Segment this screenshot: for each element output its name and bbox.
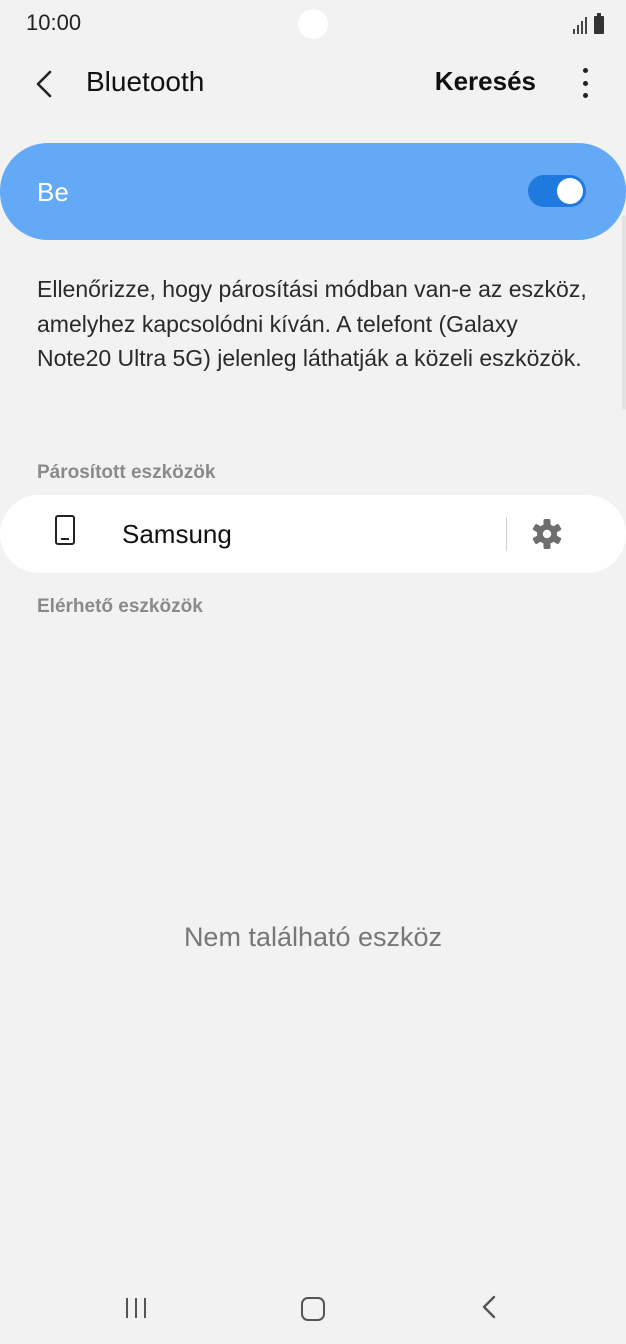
signal-icon [573,16,587,34]
bluetooth-toggle-label: Be [37,177,69,207]
search-button[interactable]: Keresés [435,66,536,97]
back-icon [482,1295,496,1319]
home-button[interactable] [301,1297,325,1321]
app-bar: Bluetooth Keresés [0,50,626,116]
camera-cutout [298,9,328,39]
navigation-bar [0,1270,626,1344]
page-title: Bluetooth [86,66,205,97]
recent-apps-button[interactable] [126,1298,146,1318]
device-settings-button[interactable] [530,517,564,551]
bluetooth-toggle-row[interactable]: Be [0,143,626,240]
switch-knob [557,178,583,204]
paired-devices-header: Párosított eszközök [37,462,216,483]
row-divider [506,517,507,551]
pairing-description: Ellenőrizze, hogy párosítási módban van-… [37,276,587,371]
phone-icon [55,515,75,545]
no-devices-message: Nem található eszköz [183,922,443,952]
device-name: Samsung [122,519,232,549]
back-button[interactable] [26,64,66,104]
more-options-button[interactable] [580,68,590,98]
bluetooth-switch[interactable] [528,175,586,207]
gear-icon [532,519,562,549]
scroll-indicator [622,215,626,410]
recent-apps-icon [126,1298,128,1318]
paired-device-row[interactable]: Samsung [0,495,626,573]
status-bar: 10:00 [0,0,626,48]
battery-icon [594,13,604,34]
status-icons [573,12,604,34]
more-vertical-icon [582,68,588,73]
chevron-left-icon [36,70,52,98]
status-time: 10:00 [26,10,82,35]
system-back-button[interactable] [478,1294,502,1320]
available-devices-header: Elérhető eszközök [37,596,203,617]
